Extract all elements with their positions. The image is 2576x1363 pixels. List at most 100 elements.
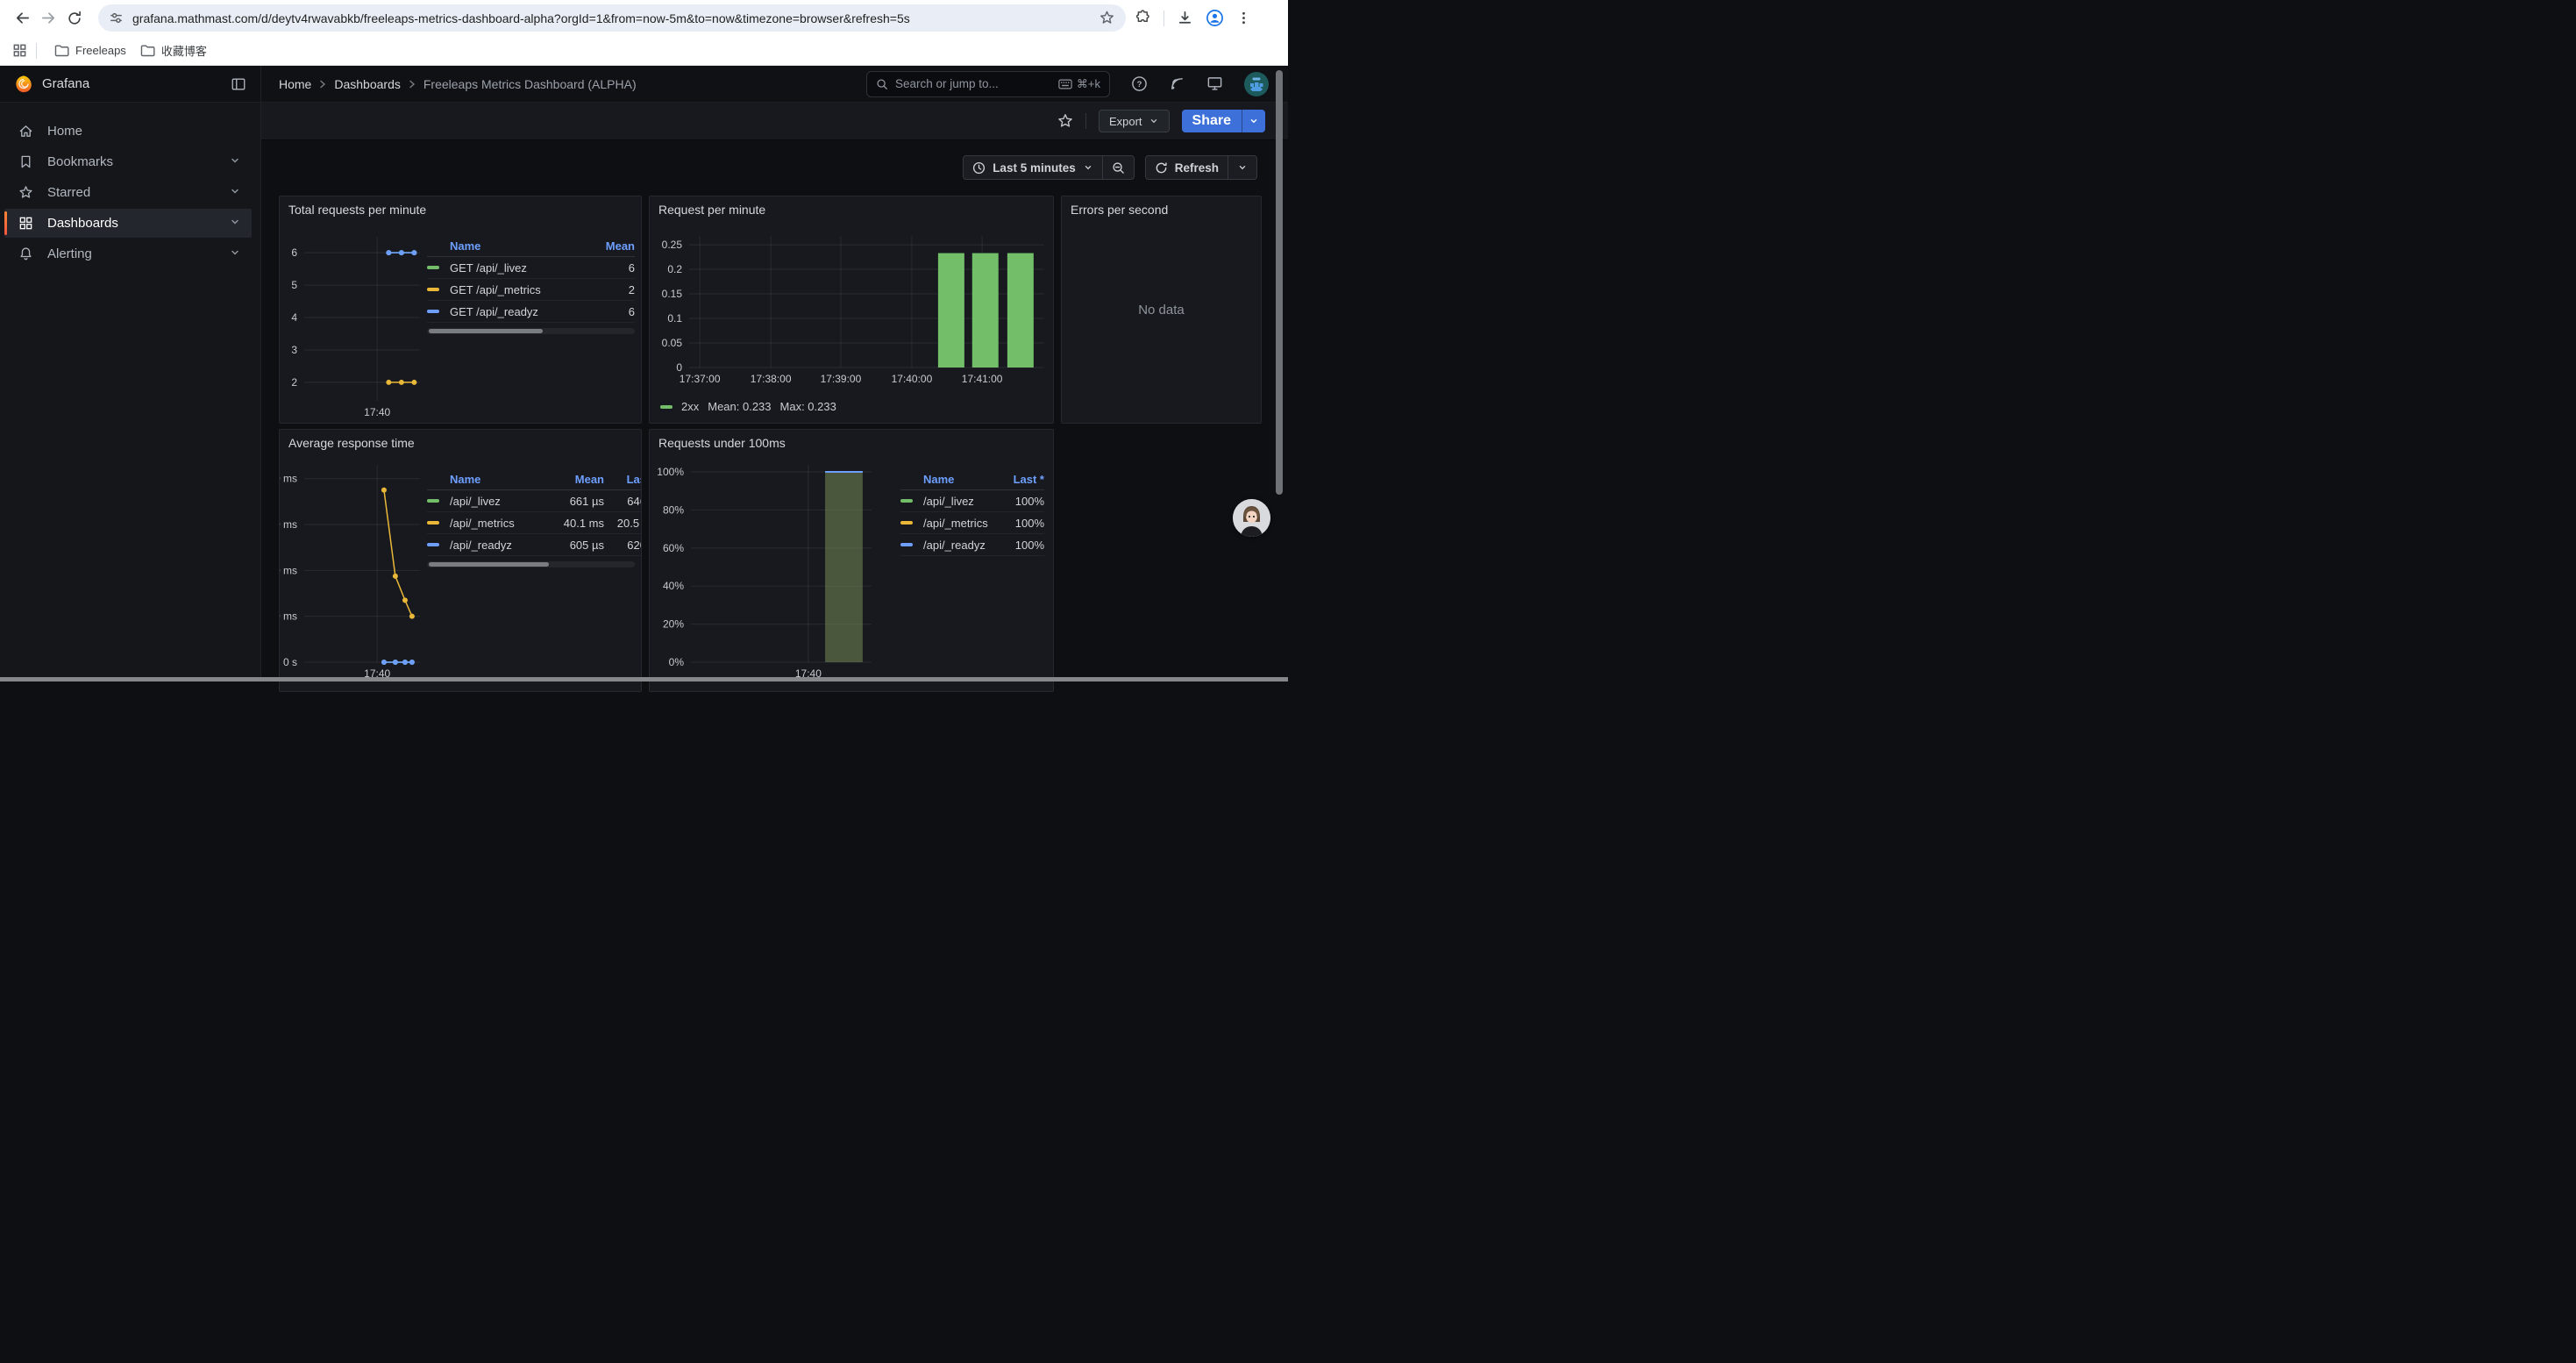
bookmark-folder-blogs[interactable]: 收藏博客 (133, 39, 214, 62)
export-button[interactable]: Export (1099, 110, 1170, 132)
legend-header-row: Name Mean Las (427, 468, 642, 490)
kiosk-mode-button[interactable] (1206, 75, 1223, 92)
share-button[interactable]: Share (1182, 110, 1265, 132)
grafana-app: Grafana Home Dashboards Freeleaps Metric… (0, 66, 1288, 682)
browser-back-button[interactable] (9, 5, 35, 32)
sidebar-item-dashboards[interactable]: Dashboards (4, 209, 252, 238)
downloads-icon[interactable] (1177, 10, 1193, 26)
site-settings-icon[interactable] (109, 11, 124, 25)
bookmark-label: Freeleaps (75, 44, 126, 57)
scrollbar-thumb[interactable] (429, 329, 543, 333)
series-name[interactable]: /api/_readyz (923, 539, 1000, 552)
legend-hscrollbar[interactable] (427, 561, 635, 567)
mega-menu-toggle-icon[interactable] (231, 76, 246, 92)
refresh-interval-dropdown[interactable] (1228, 156, 1256, 179)
sidebar-item-alerting[interactable]: Alerting (4, 239, 252, 268)
browser-forward-button[interactable] (35, 5, 61, 32)
refresh-button[interactable]: Refresh (1146, 156, 1228, 179)
series-mean: 605 µs (543, 539, 604, 552)
legend-row[interactable]: /api/_livez 100% (900, 490, 1044, 512)
url-input[interactable] (132, 11, 1099, 25)
sidebar-item-home[interactable]: Home (4, 117, 252, 146)
series-name[interactable]: GET /api/_livez (450, 261, 582, 275)
legend-row[interactable]: GET /api/_readyz 6 (427, 301, 635, 323)
sidebar-item-starred[interactable]: Starred (4, 178, 252, 207)
chevron-down-icon (1149, 116, 1159, 126)
expand-chevron-icon[interactable] (229, 216, 241, 228)
search-input[interactable] (895, 77, 1051, 90)
user-avatar-icon (1244, 72, 1269, 96)
series-name[interactable]: /api/_metrics (923, 517, 1000, 530)
legend-header-mean[interactable]: Mean (543, 473, 604, 486)
news-button[interactable] (1169, 75, 1185, 92)
series-name[interactable]: /api/_readyz (450, 539, 543, 552)
search-icon (876, 78, 888, 90)
dashboard-main: Export Share Last 5 minutes (261, 103, 1288, 682)
time-range-picker[interactable]: Last 5 minutes (964, 156, 1102, 179)
series-name[interactable]: 2xx (681, 400, 699, 413)
legend-header-last[interactable]: Las (604, 473, 642, 486)
horizontal-scrollbar[interactable] (0, 677, 1288, 682)
legend-header-last[interactable]: Last * (1000, 473, 1044, 486)
breadcrumb-home[interactable]: Home (279, 77, 311, 91)
expand-chevron-icon[interactable] (229, 246, 241, 259)
legend-header-mean[interactable]: Mean (582, 239, 635, 253)
extensions-icon[interactable] (1135, 10, 1151, 26)
legend-row[interactable]: GET /api/_metrics 2 (427, 279, 635, 301)
legend-table: Name Mean Las /api/_livez 661 µs 646 (427, 468, 642, 567)
refresh-icon (1155, 161, 1168, 175)
legend-header-name[interactable]: Name (450, 239, 582, 253)
clock-icon (972, 161, 986, 175)
series-name[interactable]: /api/_livez (923, 495, 1000, 508)
series-name[interactable]: GET /api/_metrics (450, 283, 582, 296)
expand-chevron-icon[interactable] (229, 154, 241, 167)
user-avatar[interactable] (1244, 72, 1269, 96)
dashboard-toolbar: Export Share (261, 103, 1288, 140)
favorite-star-icon[interactable] (1057, 113, 1073, 129)
bookmark-icon (18, 154, 33, 169)
svg-text:17:40: 17:40 (364, 406, 390, 418)
legend-row[interactable]: /api/_metrics 100% (900, 512, 1044, 534)
chevron-down-icon (1237, 162, 1248, 173)
browser-reload-button[interactable] (61, 5, 88, 32)
series-swatch (900, 521, 913, 525)
address-bar[interactable] (98, 4, 1126, 32)
help-button[interactable]: ? (1131, 75, 1148, 92)
svg-text:0.15: 0.15 (662, 288, 683, 300)
legend-header-row: Name Mean (427, 235, 635, 257)
vertical-scrollbar[interactable] (1276, 70, 1283, 495)
panel-requests-under-100ms: Requests under 100ms 100%80%60%40%20%0%1… (649, 429, 1054, 692)
share-button-label[interactable]: Share (1182, 110, 1242, 132)
assistant-avatar[interactable] (1233, 499, 1270, 537)
legend-row[interactable]: /api/_livez 661 µs 646 (427, 490, 642, 512)
browser-menu-icon[interactable] (1236, 11, 1251, 25)
sidebar-item-bookmarks[interactable]: Bookmarks (4, 147, 252, 176)
browser-actions (1135, 9, 1251, 27)
expand-chevron-icon[interactable] (229, 185, 241, 197)
bookmark-folder-freeleaps[interactable]: Freeleaps (47, 40, 133, 61)
bookmark-star-icon[interactable] (1099, 10, 1115, 26)
series-name[interactable]: GET /api/_readyz (450, 305, 582, 318)
legend-row[interactable]: /api/_readyz 100% (900, 534, 1044, 556)
series-swatch (900, 543, 913, 546)
panel-legend[interactable]: 2xx Mean: 0.233 Max: 0.233 (660, 400, 836, 413)
profile-icon[interactable] (1206, 9, 1224, 27)
breadcrumb-dashboards[interactable]: Dashboards (334, 77, 401, 91)
legend-header-name[interactable]: Name (450, 473, 543, 486)
scrollbar-thumb[interactable] (429, 562, 549, 567)
search-box[interactable]: ⌘+k (866, 71, 1110, 97)
zoom-out-icon (1112, 161, 1125, 175)
legend-row[interactable]: GET /api/_livez 6 (427, 257, 635, 279)
legend-hscrollbar[interactable] (427, 328, 635, 334)
legend-row[interactable]: /api/_readyz 605 µs 620 (427, 534, 642, 556)
legend-header-name[interactable]: Name (923, 473, 1000, 486)
share-dropdown-button[interactable] (1242, 110, 1265, 132)
series-name[interactable]: /api/_metrics (450, 517, 543, 530)
grafana-brand: Grafana (0, 66, 261, 102)
legend-row[interactable]: /api/_metrics 40.1 ms 20.5 r (427, 512, 642, 534)
refresh-label: Refresh (1175, 161, 1219, 175)
apps-grid-icon[interactable] (12, 43, 27, 58)
rss-icon (1169, 75, 1185, 92)
zoom-out-button[interactable] (1103, 156, 1134, 179)
series-name[interactable]: /api/_livez (450, 495, 543, 508)
